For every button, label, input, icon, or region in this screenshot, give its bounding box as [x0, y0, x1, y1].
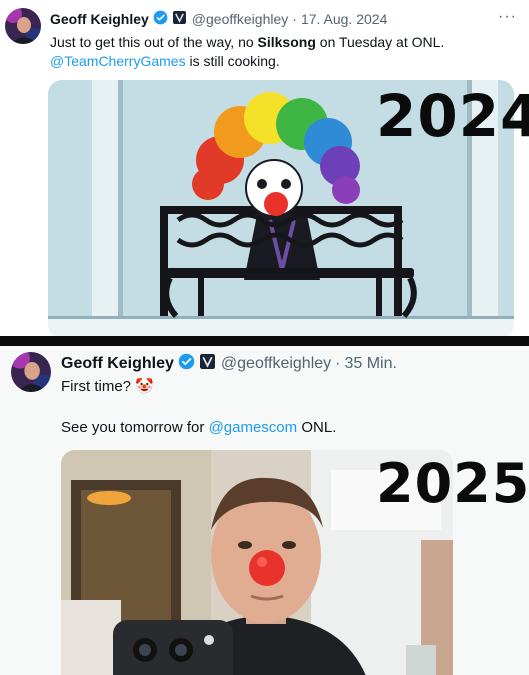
mention-link[interactable]: @gamescom: [209, 419, 298, 436]
tweet-text-part: See you tomorrow for: [61, 419, 209, 436]
tweet-text-part: ONL.: [297, 419, 337, 436]
author-handle[interactable]: @geoffkeighley: [192, 11, 288, 27]
mention-link[interactable]: @TeamCherryGames: [50, 53, 186, 69]
year-label-2025: 2025: [376, 452, 529, 515]
tweet-text-part: Just to get this out of the way, no: [50, 34, 258, 50]
avatar[interactable]: [11, 352, 51, 392]
separator-dot: ·: [292, 11, 297, 27]
separator-dot: ·: [335, 355, 341, 372]
affiliate-logo-icon[interactable]: [199, 354, 215, 374]
verified-badge-icon: [153, 10, 168, 28]
year-label-2024: 2024: [376, 82, 529, 150]
author-name[interactable]: Geoff Keighley: [50, 11, 149, 27]
more-options-icon[interactable]: ···: [498, 8, 517, 26]
tweet-header: Geoff Keighley @geoffkeighley · 35 Min.: [61, 353, 397, 375]
timestamp[interactable]: 17. Aug. 2024: [301, 11, 387, 27]
tweet-text-line2: See you tomorrow for @gamescom ONL.: [61, 418, 336, 437]
author-handle[interactable]: @geoffkeighley: [221, 355, 331, 373]
tweet-text-part: on Tuesday at ONL.: [315, 34, 445, 50]
tweet-text-bold: Silksong: [257, 34, 316, 50]
tweet-2025: Geoff Keighley @geoffkeighley · 35 Min. …: [0, 346, 529, 675]
verified-badge-icon: [178, 353, 195, 375]
tweet-2024: Geoff Keighley @geoffkeighley · 17. Aug.…: [0, 0, 529, 338]
avatar[interactable]: [5, 8, 41, 44]
avatar-image: [11, 352, 51, 392]
author-name[interactable]: Geoff Keighley: [61, 355, 174, 373]
affiliate-logo-icon[interactable]: [172, 11, 186, 27]
tweet-text-line1: First time? 🤡: [61, 378, 154, 395]
avatar-image: [5, 8, 41, 44]
tweet-text: Just to get this out of the way, no Silk…: [50, 33, 520, 71]
tweet-header: Geoff Keighley @geoffkeighley · 17. Aug.…: [50, 10, 387, 28]
tweet-text-part: is still cooking.: [185, 53, 280, 69]
timestamp[interactable]: 35 Min.: [344, 355, 396, 373]
